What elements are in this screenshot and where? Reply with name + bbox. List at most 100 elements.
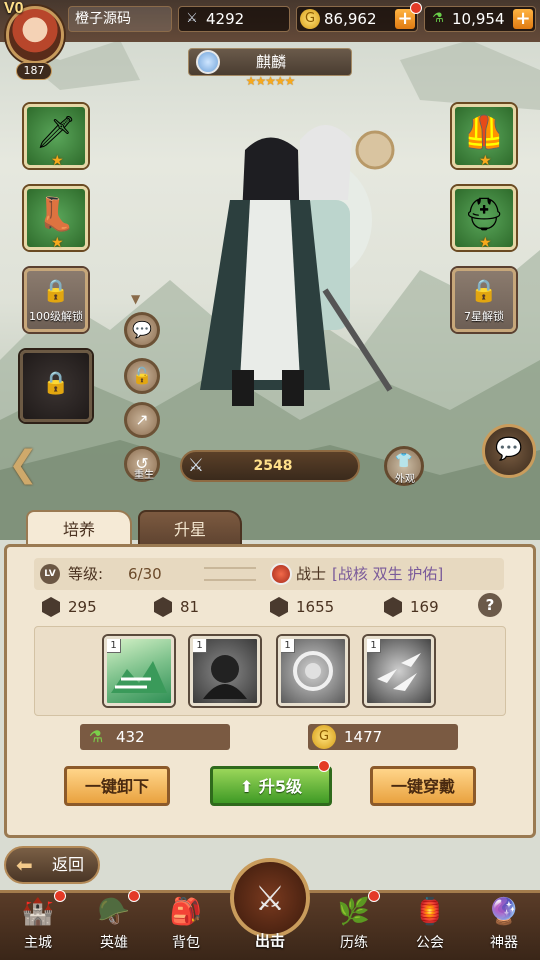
speech-bubble-icon: 💬 [132,320,152,339]
equip-slot-armor[interactable]: 🦺 ★ [452,104,516,169]
gold-value: 86,962 [324,10,377,28]
star-icon: ★ [51,153,64,169]
chat-button[interactable]: 💬 [482,424,536,478]
birds-skill-icon [377,653,421,691]
star-icon: ★ [479,235,492,251]
level-label: 等级: [68,565,104,583]
shirt-icon: 👕 [395,453,413,469]
lock-icon: 🔒 [42,371,70,396]
potion-icon: ⚗ [432,11,444,26]
equip-slot-boots[interactable]: 👢 ★ [24,186,88,251]
warrior-class-icon [270,563,292,585]
crossed-swords-icon: ⚔ [187,455,205,476]
hero-chat-button[interactable]: 💬 [124,312,160,348]
nav-label: 神器 [490,935,518,951]
tab-star-up[interactable]: 升星 [138,510,242,546]
crossed-swords-icon: ⚔ [230,858,310,938]
gold-cost: G 1477 [308,724,458,750]
level-value: 6/30 [128,565,162,583]
nav-label: 背包 [172,935,200,951]
skill-slot[interactable]: 1 [104,636,174,706]
equip-slot-weapon[interactable]: 🗡 ★ [24,104,88,169]
equip-slot-special[interactable]: 🔒 [20,350,92,422]
stat-defense: 81 [180,598,200,616]
skin-button[interactable]: 👕 外观 [384,446,424,486]
share-icon: ↗ [135,410,149,429]
armor-icon: 🦺 [464,113,504,151]
faction-icon [196,50,220,74]
unlock-condition: 7星解锁 [464,310,504,323]
notification-dot [318,760,330,772]
equip-slot-locked-right[interactable]: 🔒 7星解锁 [452,268,516,332]
combat-power-value: 2548 [253,458,293,474]
notification-dot [410,2,422,14]
return-label: 返回 [52,855,85,874]
skin-label: 外观 [395,474,415,485]
nav-artifact[interactable]: 🔮 神器 [472,890,536,960]
equip-slot-helmet[interactable]: ⛑ ★ [452,186,516,251]
nav-battle[interactable]: ⚔ 出击 [226,858,314,958]
gold-counter: G 86,962 + [296,6,418,32]
guild-banner-icon: 🏮 [413,897,447,927]
potion-counter: ⚗ 10,954 + [424,6,536,32]
sword-icon: 🗡 [35,113,77,151]
level-up-button[interactable]: ⬆ 升5级 [210,766,332,806]
nav-label: 主城 [24,935,52,951]
potion-cost-value: 432 [116,728,145,746]
crossed-swords-icon: ⚔ [186,11,198,26]
class-tags: [战核 双生 护佑] [332,565,444,583]
skill-slot[interactable]: 1 [190,636,260,706]
class-name: 战士 [296,565,327,583]
equip-all-button[interactable]: 一键穿戴 [370,766,476,806]
return-button[interactable]: ⬅ 返回 [4,846,100,884]
lock-icon: 🔒 [470,279,498,304]
arrow-up-icon: ⬆ [239,777,259,796]
gold-coin-icon: G [312,725,336,749]
level-icon: LV [40,564,60,584]
skill-slot[interactable]: 1 [364,636,434,706]
vip-badge: V0 [4,0,24,17]
unlock-condition: 100级解锁 [29,310,83,323]
level-up-label: 升5级 [258,777,303,796]
unequip-all-button[interactable]: 一键卸下 [64,766,170,806]
nav-label: 公会 [416,935,444,951]
star-icon: ★ [51,235,64,251]
tab-train[interactable]: 培养 [26,510,132,546]
artifact-orb-icon: 🔮 [487,897,521,927]
nav-backpack[interactable]: 🎒 背包 [154,890,218,960]
nav-guild[interactable]: 🏮 公会 [398,890,462,960]
power-value: 4292 [206,10,245,28]
share-button[interactable]: ↗ [124,402,160,438]
shadow-skill-icon [203,655,247,699]
skill-slot[interactable]: 1 [278,636,348,706]
notification-dot [54,890,66,902]
power-counter: ⚔ 4292 [178,6,290,32]
potion-cost: ⚗ 432 [80,724,230,750]
equip-slot-locked-left[interactable]: 🔒 100级解锁 [24,268,88,332]
previous-hero-arrow[interactable]: ❮ [8,444,38,485]
unlock-icon: 🔓 [132,366,152,385]
lock-icon: 🔒 [42,279,70,304]
player-name: 橙子源码 [68,6,172,32]
lock-toggle-button[interactable]: 🔓 [124,358,160,394]
stat-speed: 169 [410,598,439,616]
nav-label: 出击 [254,932,285,950]
add-potion-button[interactable]: + [513,9,533,29]
rebirth-button[interactable]: ↺ 重生 [124,446,160,482]
potion-icon: ⚗ [88,727,104,746]
star-icon: ★ [479,153,492,169]
hero-star-rating: ★★★★★ [245,74,296,88]
gold-coin-icon: G [300,9,320,29]
potion-value: 10,954 [452,10,505,28]
chevron-down-icon[interactable]: ▼ [131,292,140,306]
aura-skill-icon [293,651,333,691]
player-level-badge: 187 [16,62,52,80]
gold-cost-value: 1477 [344,728,383,746]
notification-dot [368,890,380,902]
boots-icon: 👢 [36,195,76,233]
mountain-skill-icon [111,661,167,693]
nav-label: 历练 [340,935,368,951]
notification-dot [128,890,140,902]
help-icon[interactable]: ? [478,593,502,617]
stat-attack: 295 [68,598,97,616]
